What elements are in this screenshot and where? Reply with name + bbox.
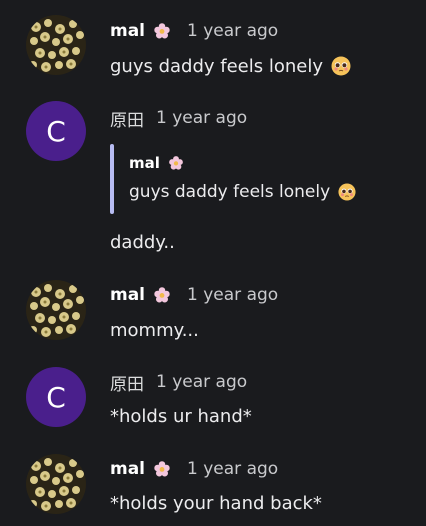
flower-emoji-icon xyxy=(153,22,171,40)
flower-field-avatar-icon xyxy=(26,454,86,514)
pleading-face-emoji-icon xyxy=(331,56,351,76)
quote-content: guys daddy feels lonely xyxy=(129,180,356,204)
avatar[interactable] xyxy=(26,15,86,75)
quote-header: mal xyxy=(129,152,184,174)
message-text: guys daddy feels lonely xyxy=(110,55,324,77)
message-content: guys daddy feels lonely xyxy=(110,53,351,79)
username[interactable]: 原田 xyxy=(110,370,144,395)
username[interactable]: mal xyxy=(110,285,145,305)
timestamp: 1 year ago xyxy=(187,285,279,305)
message-header: 原田 1 year ago xyxy=(110,370,248,395)
quote-text: guys daddy feels lonely xyxy=(129,182,331,202)
username[interactable]: 原田 xyxy=(110,106,144,131)
avatar[interactable] xyxy=(26,454,86,514)
flower-emoji-icon xyxy=(168,155,184,171)
username[interactable]: mal xyxy=(110,21,145,41)
flower-field-avatar-icon xyxy=(26,15,86,75)
timestamp: 1 year ago xyxy=(156,372,248,392)
message-text: *holds ur hand* xyxy=(110,405,252,427)
message-content: *holds your hand back* xyxy=(110,490,322,516)
avatar[interactable] xyxy=(26,280,86,340)
message-header: mal 1 year ago xyxy=(110,283,278,307)
message-text: daddy.. xyxy=(110,231,175,253)
message-content: *holds ur hand* xyxy=(110,403,252,429)
message-text: mommy... xyxy=(110,319,199,341)
message-content: mommy... xyxy=(110,317,199,343)
flower-emoji-icon xyxy=(153,460,171,478)
message-header: 原田 1 year ago xyxy=(110,106,248,131)
flower-field-avatar-icon xyxy=(26,280,86,340)
message-header: mal 1 year ago xyxy=(110,457,278,481)
message-header: mal 1 year ago xyxy=(110,19,278,43)
avatar[interactable]: C xyxy=(26,101,86,161)
avatar-letter: C xyxy=(46,380,66,414)
message-feed: mal 1 year ago guys daddy feels lonely C… xyxy=(0,0,426,526)
avatar[interactable]: C xyxy=(26,367,86,427)
avatar-letter: C xyxy=(46,114,66,148)
message-text: *holds your hand back* xyxy=(110,492,322,514)
username[interactable]: mal xyxy=(110,459,145,479)
quoted-message[interactable]: mal guys daddy feels lonely xyxy=(110,144,390,214)
quote-bar xyxy=(110,144,114,214)
message-content: daddy.. xyxy=(110,229,175,255)
flower-emoji-icon xyxy=(153,286,171,304)
timestamp: 1 year ago xyxy=(187,21,279,41)
quote-author: mal xyxy=(129,154,160,172)
pleading-face-emoji-icon xyxy=(338,183,356,201)
timestamp: 1 year ago xyxy=(156,108,248,128)
timestamp: 1 year ago xyxy=(187,459,279,479)
